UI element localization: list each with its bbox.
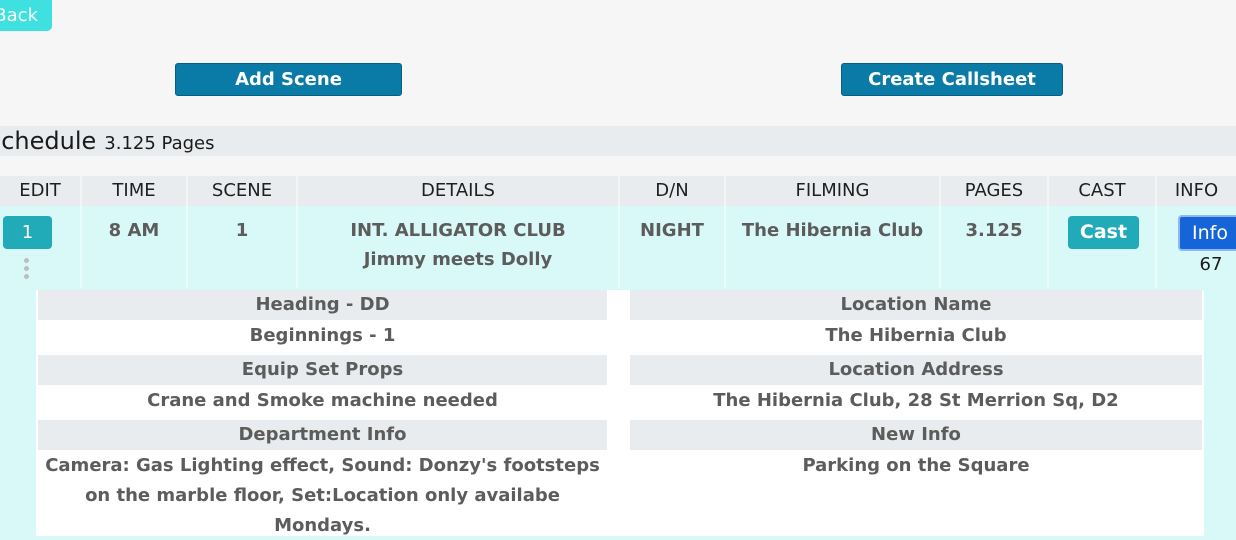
col-day-night: D/N	[620, 176, 726, 206]
details-heading: INT. ALLIGATOR CLUB	[350, 220, 566, 241]
col-scene: SCENE	[188, 176, 298, 206]
cast-button[interactable]: Cast	[1068, 216, 1139, 249]
equip-label: Equip Set Props	[38, 355, 607, 385]
info-column-right: Location Name The Hibernia Club Location…	[630, 290, 1202, 485]
info-count: 67	[1199, 254, 1223, 275]
col-edit: EDIT	[0, 176, 82, 206]
cell-pages: 3.125	[941, 206, 1049, 288]
cell-filming: The Hibernia Club	[726, 206, 941, 288]
schedule-title: Schedule	[0, 127, 97, 155]
col-filming: FILMING	[726, 176, 941, 206]
schedule-pages: 3.125 Pages	[104, 133, 215, 154]
col-cast: CAST	[1049, 176, 1157, 206]
location-name-label: Location Name	[630, 290, 1202, 320]
heading-value: Beginnings - 1	[249, 325, 396, 346]
new-info-label: New Info	[630, 420, 1202, 450]
table-row: 8 AM 1 INT. ALLIGATOR CLUB Jimmy meets D…	[0, 206, 1236, 540]
col-time: TIME	[82, 176, 188, 206]
add-scene-button[interactable]: Add Scene	[175, 63, 402, 96]
cell-scene: 1	[188, 206, 298, 288]
col-pages: PAGES	[941, 176, 1049, 206]
info-button[interactable]: Info	[1178, 215, 1236, 251]
create-callsheet-button[interactable]: Create Callsheet	[841, 63, 1063, 96]
cell-details: INT. ALLIGATOR CLUB Jimmy meets Dolly	[298, 206, 620, 288]
department-label: Department Info	[38, 420, 607, 450]
col-details: DETAILS	[298, 176, 620, 206]
cell-time: 8 AM	[82, 206, 188, 288]
details-synopsis: Jimmy meets Dolly	[363, 249, 553, 270]
col-info: INFO	[1174, 180, 1219, 201]
info-column-left: Heading - DD Beginnings - 1 Equip Set Pr…	[38, 290, 607, 540]
drag-handle-icon[interactable]	[24, 258, 30, 282]
scene-info-panel: Heading - DD Beginnings - 1 Equip Set Pr…	[36, 290, 1204, 536]
edit-scene-button[interactable]: 1	[3, 216, 52, 249]
location-name-value: The Hibernia Club	[825, 325, 1007, 346]
new-info-value: Parking on the Square	[802, 455, 1030, 476]
back-button[interactable]: Back	[0, 0, 52, 31]
cell-day-night: NIGHT	[620, 206, 726, 288]
heading-label: Heading - DD	[38, 290, 607, 320]
location-address-label: Location Address	[630, 355, 1202, 385]
schedule-header: Schedule 3.125 Pages	[0, 126, 1236, 156]
equip-value: Crane and Smoke machine needed	[147, 390, 498, 411]
department-value: Camera: Gas Lighting effect, Sound: Donz…	[45, 455, 600, 536]
location-address-value: The Hibernia Club, 28 St Merrion Sq, D2	[713, 390, 1119, 411]
table-header: EDIT TIME SCENE DETAILS D/N FILMING PAGE…	[0, 176, 1236, 206]
